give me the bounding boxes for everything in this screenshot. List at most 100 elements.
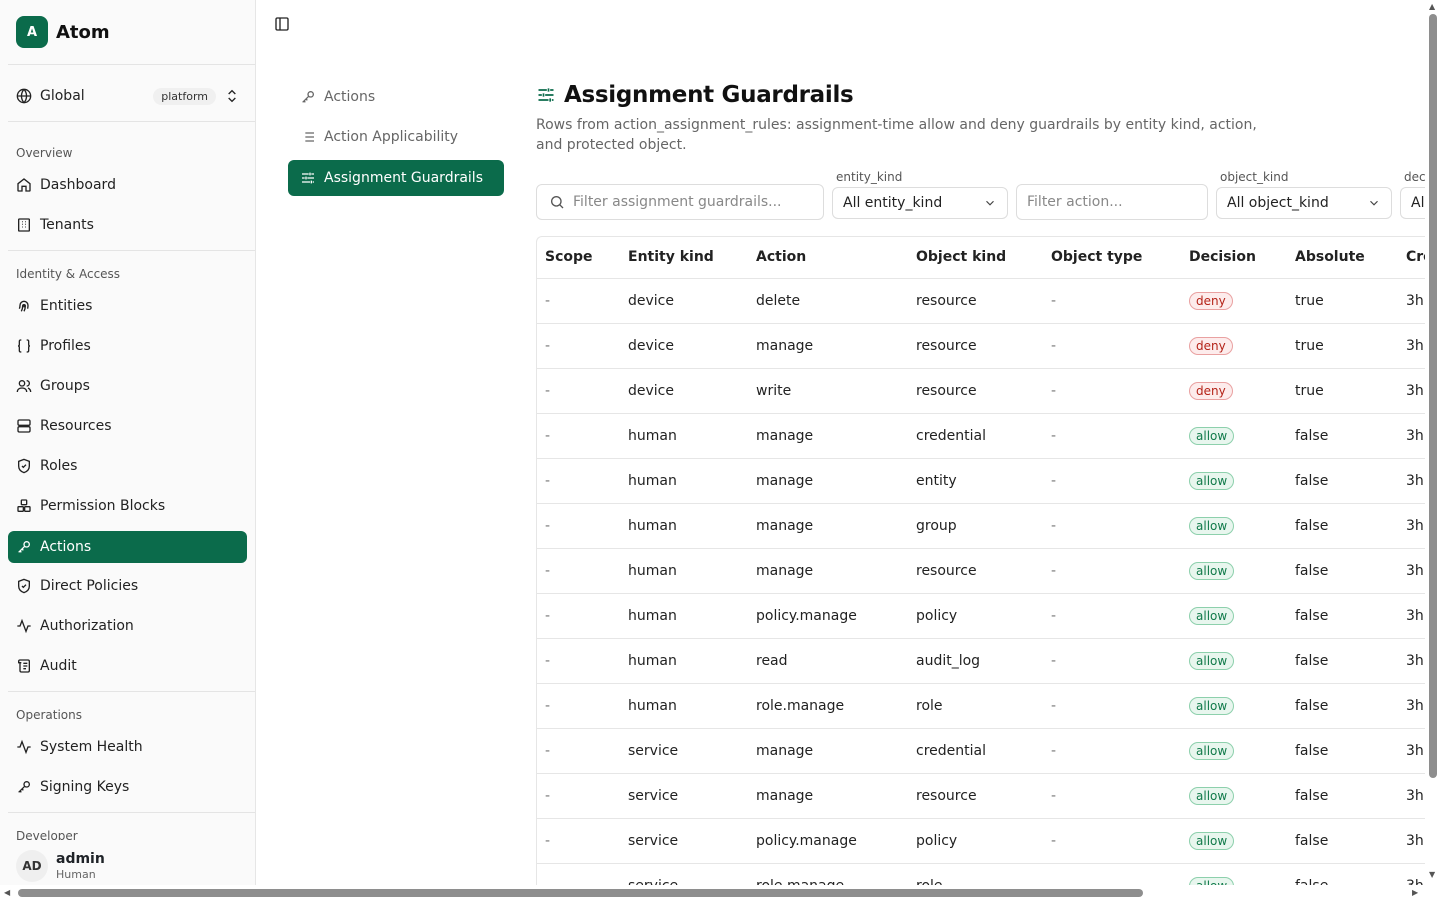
table-row[interactable]: - device write resource - deny true 3h [537, 368, 1425, 414]
brand[interactable]: A Atom [16, 16, 110, 48]
subnav-label: Actions [324, 89, 376, 105]
table-cell: - [537, 368, 620, 414]
sidebar-toggle-icon[interactable] [274, 16, 290, 32]
table-row[interactable]: - device manage resource - deny true 3h [537, 323, 1425, 369]
table-row[interactable]: - service manage credential - allow false 3h [537, 728, 1425, 774]
decision-badge: deny [1189, 291, 1233, 310]
table-cell: false [1287, 503, 1398, 549]
entity-kind-select[interactable]: All entity_kind [832, 187, 1008, 219]
table-row[interactable]: - human manage credential - allow false 3h [537, 413, 1425, 459]
decision-badge: allow [1189, 606, 1235, 625]
sidebar-item-direct-policies[interactable]: Direct Policies [8, 570, 247, 602]
column-header[interactable]: Decision [1181, 237, 1287, 279]
object-kind-select[interactable]: All object_kind [1216, 187, 1392, 219]
table-header-row: Scope Entity kind Action Object kind Object … [537, 237, 1425, 279]
sidebar-item-profiles[interactable]: Profiles [8, 330, 247, 362]
table-cell: 3h [1398, 683, 1425, 729]
table-cell: device [620, 323, 748, 369]
sidebar-item-audit[interactable]: Audit [8, 650, 247, 682]
subnav-assignment-guardrails[interactable]: Assignment Guardrails [288, 160, 504, 196]
table-cell: resource [908, 548, 1043, 594]
column-header[interactable]: Absolute [1287, 237, 1398, 279]
vertical-scroll-thumb[interactable] [1429, 14, 1437, 778]
entity-kind-value: All entity_kind [843, 195, 943, 211]
column-header[interactable]: Object kind [908, 237, 1043, 279]
column-header[interactable]: Cre [1398, 237, 1425, 279]
scroll-down-arrow-icon[interactable]: ▼ [1429, 870, 1435, 879]
table-cell: human [620, 458, 748, 504]
sidebar-item-actions[interactable]: Actions [8, 531, 247, 563]
table-cell: - [537, 593, 620, 639]
sidebar-item-tenants[interactable]: Tenants [8, 209, 247, 241]
decision-badge: allow [1189, 651, 1235, 670]
table-row[interactable]: - human role.manage role - allow false 3h [537, 683, 1425, 729]
table-cell: - [1043, 863, 1181, 885]
table-cell: true [1287, 368, 1398, 414]
table-cell: - [537, 413, 620, 459]
table-row[interactable]: - human manage group - allow false 3h [537, 503, 1425, 549]
column-header[interactable]: Entity kind [620, 237, 748, 279]
sidebar-item-groups[interactable]: Groups [8, 370, 247, 402]
table-row[interactable]: - human manage entity - allow false 3h [537, 458, 1425, 504]
decision-select[interactable]: Al [1400, 187, 1425, 219]
sidebar-item-dashboard[interactable]: Dashboard [8, 169, 247, 201]
guardrails-table: Scope Entity kind Action Object kind Object … [536, 236, 1425, 885]
sidebar-item-authorization[interactable]: Authorization [8, 610, 247, 642]
table-cell: allow [1181, 863, 1287, 885]
table-row[interactable]: -servicerole.managerole-allowfalse3h [537, 863, 1425, 885]
divider [8, 812, 255, 813]
sidebar-item-label: Profiles [40, 338, 91, 354]
sidebar-item-label: Groups [40, 378, 90, 394]
table-row[interactable]: - service manage resource - allow false 3h [537, 773, 1425, 819]
sidebar-item-resources[interactable]: Resources [8, 410, 247, 442]
table-cell: resource [908, 323, 1043, 369]
column-header[interactable]: Object type [1043, 237, 1181, 279]
sidebar-item-label: Direct Policies [40, 578, 139, 594]
sidebar-item-signing-keys[interactable]: Signing Keys [8, 771, 247, 803]
scope-switcher[interactable]: Global platform [8, 78, 248, 114]
table-cell: policy.manage [748, 818, 908, 864]
table-cell: - [537, 548, 620, 594]
sidebar-item-entities[interactable]: Entities [8, 290, 247, 322]
table-cell: role.manage [748, 863, 908, 885]
column-header[interactable]: Scope [537, 237, 620, 279]
table-cell: allow [1181, 638, 1287, 684]
sliders-icon [538, 88, 554, 102]
sidebar-item-roles[interactable]: Roles [8, 450, 247, 482]
vertical-scrollbar[interactable]: ▲ ▼ [1425, 0, 1440, 885]
subnav-actions[interactable]: Actions [288, 79, 504, 115]
user-menu[interactable]: AD admin Human [16, 848, 105, 884]
table-cell: - [1043, 683, 1181, 729]
search-box[interactable] [536, 184, 824, 220]
chevrons-up-down-icon [228, 89, 236, 103]
sidebar-item-system-health[interactable]: System Health [8, 731, 247, 763]
scroll-up-arrow-icon[interactable]: ▲ [1429, 2, 1435, 11]
table-row[interactable]: - human manage resource - allow false 3h [537, 548, 1425, 594]
table-row[interactable]: - human read audit_log - allow false 3h [537, 638, 1425, 684]
action-filter-input[interactable] [1027, 194, 1197, 210]
subnav-action-applicability[interactable]: Action Applicability [288, 119, 504, 155]
table-cell: false [1287, 413, 1398, 459]
table-row[interactable]: - human policy.manage policy - allow false 3h [537, 593, 1425, 639]
search-input[interactable] [573, 194, 811, 210]
scroll-right-arrow-icon[interactable]: ▶ [1412, 888, 1418, 897]
scroll-left-arrow-icon[interactable]: ◀ [4, 888, 10, 897]
table-cell: allow [1181, 593, 1287, 639]
decision-filter-clip: deci Al [1400, 165, 1425, 225]
table-row[interactable]: - service policy.manage policy - allow false 3h [537, 818, 1425, 864]
table-cell: false [1287, 593, 1398, 639]
table-cell: - [1043, 548, 1181, 594]
horizontal-scrollbar[interactable]: ◀ ▶ [0, 885, 1440, 900]
table-cell: device [620, 368, 748, 414]
table-cell: manage [748, 458, 908, 504]
shield-check-icon [18, 578, 30, 594]
table-cell: human [620, 638, 748, 684]
decision-badge: allow [1189, 741, 1235, 760]
avatar: AD [16, 850, 48, 882]
page-title: Assignment Guardrails [564, 82, 854, 108]
table-row[interactable]: - device delete resource - deny true 3h [537, 278, 1425, 324]
action-filter[interactable] [1016, 184, 1208, 220]
horizontal-scroll-thumb[interactable] [18, 889, 1143, 897]
column-header[interactable]: Action [748, 237, 908, 279]
sidebar-item-permission-blocks[interactable]: Permission Blocks [8, 490, 247, 522]
